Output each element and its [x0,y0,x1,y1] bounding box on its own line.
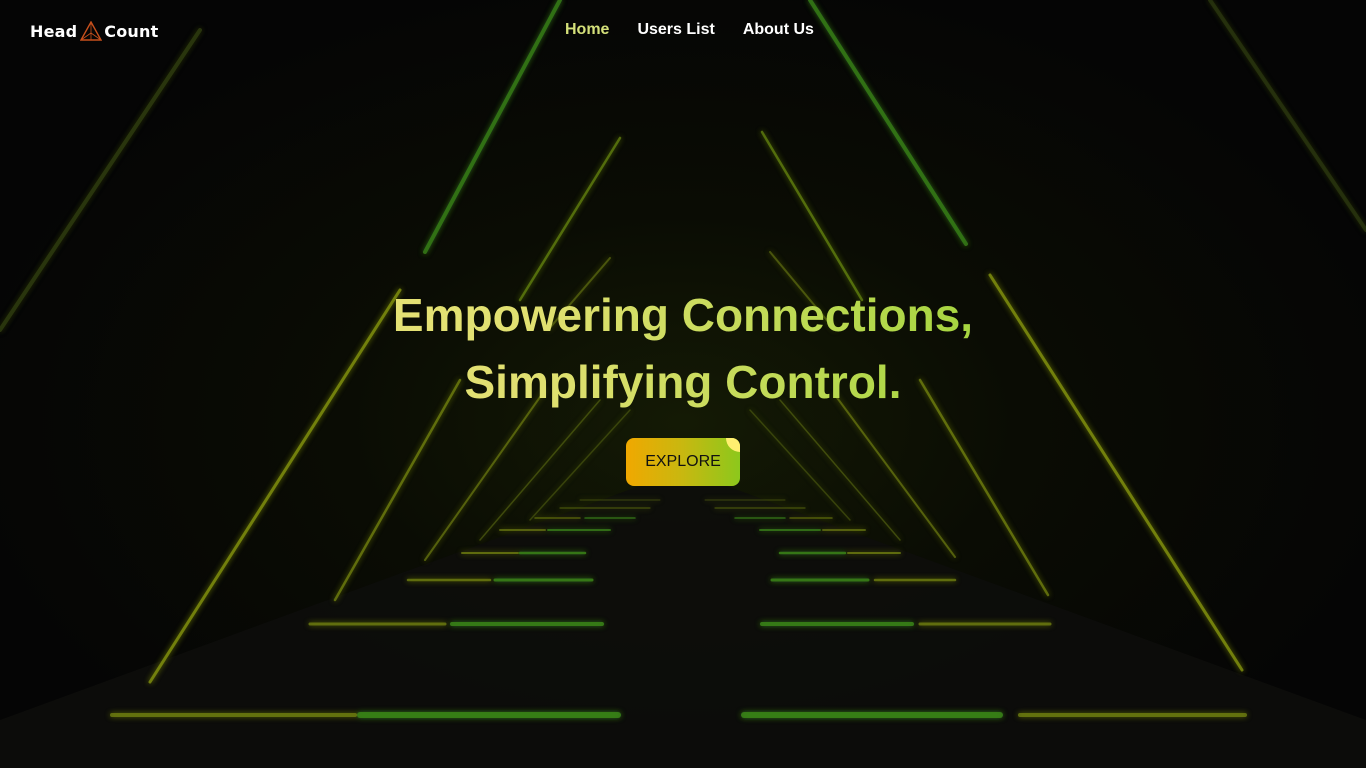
nav-item-home[interactable]: Home [565,21,609,39]
nav-item-users-list[interactable]: Users List [637,21,714,39]
triangle-icon [80,21,103,41]
brand-name-right: Count [104,21,159,41]
explore-button-label: EXPLORE [645,453,721,470]
hero-headline-line2: Simplifying Control. [0,349,1366,416]
hero-headline-line1: Empowering Connections, [0,282,1366,349]
brand-logo[interactable]: Head Count [30,21,158,41]
top-navbar: Head Count Home Users List About Us [0,0,1366,64]
main-nav: Home Users List About Us [565,21,814,39]
landing-page: Head Count Home Users List About Us Empo… [0,0,1366,768]
hero-section: Empowering Connections, Simplifying Cont… [0,282,1366,416]
brand-name-left: Head [30,21,78,41]
explore-button[interactable]: EXPLORE [626,438,740,486]
nav-item-about-us[interactable]: About Us [743,21,814,39]
corner-accent-icon [726,438,740,452]
